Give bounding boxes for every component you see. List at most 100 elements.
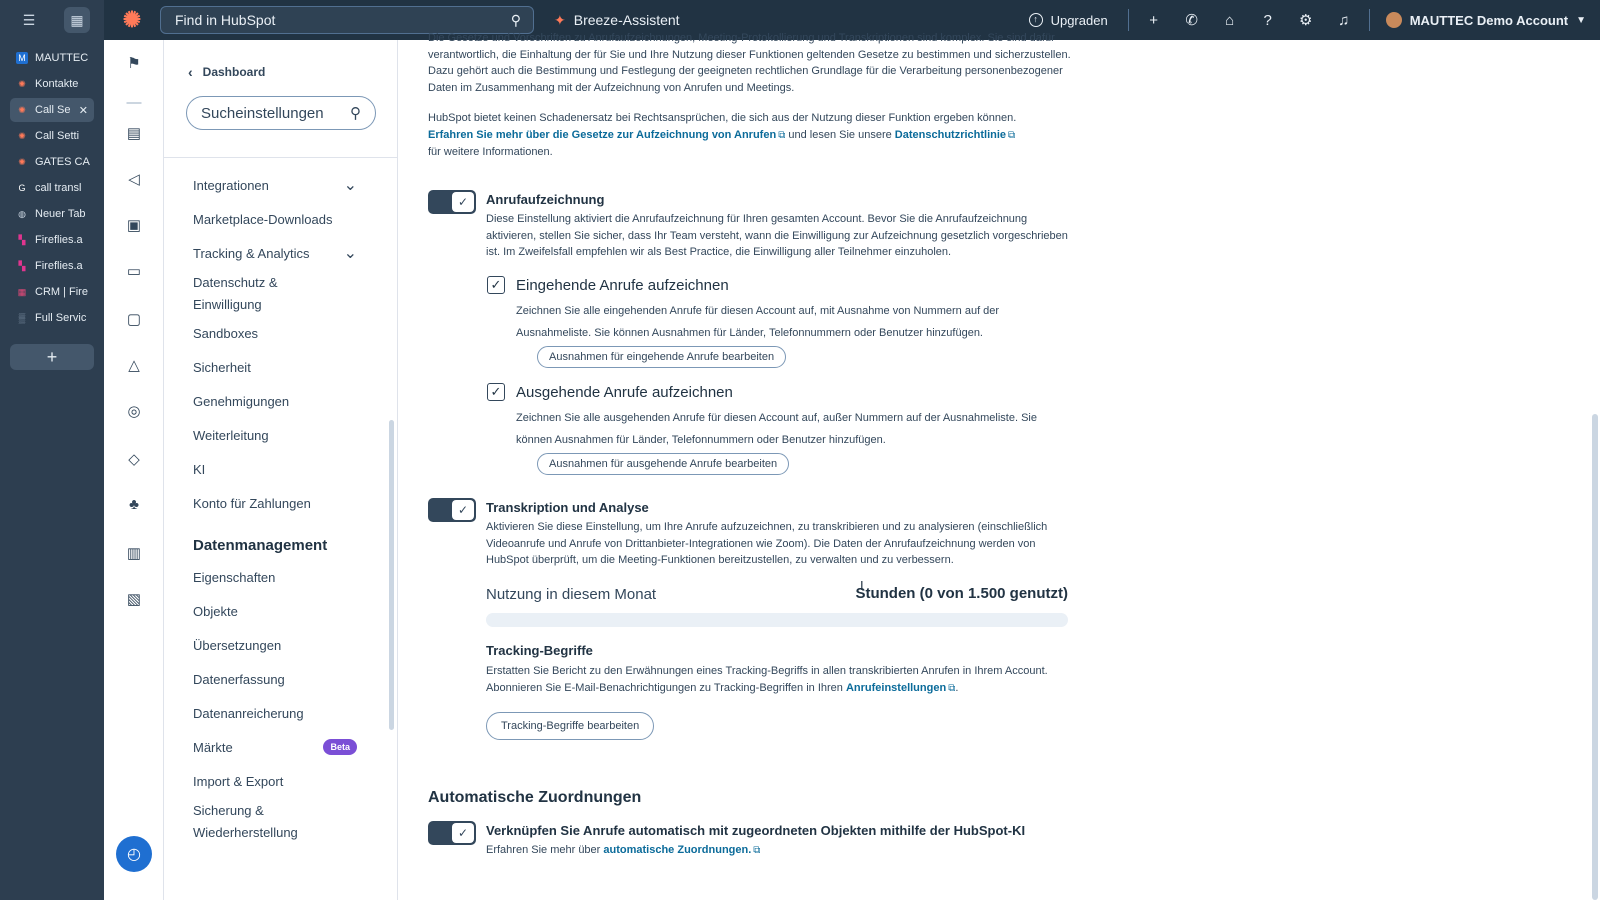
browser-tab-label: Neuer Tab — [35, 208, 86, 220]
browser-tab[interactable]: Gcall transl — [10, 176, 94, 200]
sidebar-item-label: Integrationen — [193, 177, 269, 193]
code-icon[interactable]: ▧ — [104, 590, 164, 608]
legal-links-line: Erfahren Sie mehr über die Gesetze zur A… — [428, 127, 1074, 145]
sidebar-item-label: Eigenschaften — [193, 569, 276, 585]
gear-icon[interactable]: ⚙ — [1287, 11, 1325, 29]
org-chart-icon[interactable]: ♣ — [104, 496, 164, 513]
phone-icon[interactable]: ✆ — [1173, 11, 1211, 29]
content-icon[interactable]: ▣ — [104, 216, 164, 234]
sidebar-item[interactable]: Import & Export — [164, 764, 389, 798]
megaphone-icon[interactable]: ◁ — [104, 170, 164, 188]
sidebar-item-label: Datenanreicherung — [193, 705, 304, 721]
outbound-recording-checkbox[interactable]: ✓ — [487, 383, 505, 401]
call-recording-toggle[interactable]: ✓ — [428, 190, 476, 214]
inbound-recording-checkbox[interactable]: ✓ — [487, 276, 505, 294]
sidebar-item[interactable]: Sicherheit — [164, 350, 389, 384]
top-nav-actions: ↑ Upgraden + ✆ ⌂ ? ⚙ ♫ MAUTTEC Demo Acco… — [1015, 0, 1600, 40]
sidebar-item-label: Import & Export — [193, 773, 284, 789]
page-scrollbar[interactable] — [1592, 414, 1598, 900]
sidebar-item[interactable]: Datenschutz & Einwilligung — [164, 270, 389, 316]
browser-tab[interactable]: ✺ Call Setti — [10, 124, 94, 148]
sidebar-item[interactable]: Märkte Beta — [164, 730, 389, 764]
grid-icon: ▒ — [18, 313, 26, 323]
check-icon: ✓ — [452, 500, 474, 520]
sidebar-item[interactable]: Integrationen ⌄ — [164, 168, 389, 202]
browser-tab[interactable]: M MAUTTEC — [10, 46, 94, 70]
rail-divider: — — [126, 94, 142, 111]
inbound-recording-title: Eingehende Anrufe aufzeichnen — [516, 277, 729, 294]
marketplace-icon[interactable]: ⌂ — [1211, 12, 1249, 29]
sidebar-item[interactable]: Konto für Zahlungen — [164, 486, 389, 520]
browser-tab[interactable]: ✺ Call Se ✕ — [10, 98, 94, 122]
browser-tab-label: Fireflies.a — [35, 234, 83, 246]
back-to-dashboard-link[interactable]: ‹ Dashboard — [188, 64, 375, 80]
outbound-recording-description: Zeichnen Sie alle ausgehenden Anrufe für… — [516, 412, 1037, 446]
edit-outbound-exceptions-button[interactable]: Ausnahmen für ausgehende Anrufe bearbeit… — [537, 453, 790, 475]
commerce-icon[interactable]: ▭ — [104, 262, 164, 280]
sidebar-item-label: Übersetzungen — [193, 637, 282, 653]
sidebar-item[interactable]: Sandboxes — [164, 316, 389, 350]
sidebar-item[interactable]: Tracking & Analytics ⌄ — [164, 236, 389, 270]
browser-tab[interactable]: ✺ GATES CA — [10, 150, 94, 174]
auto-associations-toggle[interactable]: ✓ — [428, 821, 476, 845]
service-icon[interactable]: △ — [104, 356, 164, 374]
sidebar-item[interactable]: KI — [164, 452, 389, 486]
edit-tracking-terms-button[interactable]: Tracking-Begriffe bearbeiten — [486, 712, 655, 740]
global-search-placeholder: Find in HubSpot — [175, 12, 276, 28]
auto-associations-link[interactable]: automatische Zuordnungen. — [603, 844, 751, 856]
browser-tab[interactable]: ▦ CRM | Fire — [10, 280, 94, 304]
edit-inbound-exceptions-button[interactable]: Ausnahmen für eingehende Anrufe bearbeit… — [537, 346, 787, 368]
browser-tab[interactable]: ▒ Full Servic — [10, 306, 94, 330]
upgrade-button[interactable]: ↑ Upgraden — [1015, 13, 1122, 28]
settings-search-input[interactable]: Sucheinstellungen ⚲ — [186, 96, 376, 130]
new-tab-button[interactable]: + — [10, 344, 94, 370]
sidebar-item[interactable]: Sicherung & Wiederherstellung — [164, 798, 389, 844]
search-icon: ⚲ — [350, 105, 361, 122]
transcription-toggle[interactable]: ✓ — [428, 498, 476, 522]
check-icon: ✓ — [452, 192, 474, 212]
hubspot-logo-icon[interactable]: ✺ — [104, 7, 160, 33]
wallet-icon[interactable]: ▢ — [104, 310, 164, 328]
contacts-icon[interactable]: ▤ — [104, 124, 164, 142]
breeze-assistant-button[interactable]: ✦ Breeze-Assistent — [554, 12, 680, 29]
sidebar-item[interactable]: Datenerfassung — [164, 662, 389, 696]
recording-laws-link[interactable]: Erfahren Sie mehr über die Gesetze zur A… — [428, 129, 776, 141]
globe-icon: ◍ — [18, 209, 26, 219]
sidebar-item[interactable]: Genehmigungen — [164, 384, 389, 418]
reports-icon[interactable]: ▥ — [104, 544, 164, 562]
help-icon[interactable]: ? — [1249, 12, 1287, 29]
sidebar-item[interactable]: Datenanreicherung — [164, 696, 389, 730]
sidebar-item[interactable]: Eigenschaften — [164, 560, 389, 594]
sidebar-item-label: KI — [193, 461, 206, 477]
call-settings-link[interactable]: Anrufeinstellungen — [846, 682, 946, 694]
tab-grid-icon[interactable]: ▦ — [64, 7, 90, 33]
sidebar-item[interactable]: Marketplace-Downloads — [164, 202, 389, 236]
plus-icon[interactable]: + — [1135, 12, 1173, 29]
sidebar-section-title: Datenmanagement — [193, 537, 328, 554]
sidebar-item[interactable]: Weiterleitung — [164, 418, 389, 452]
more-info-text: für weitere Informationen. — [428, 146, 553, 158]
browser-tab[interactable]: ◍ Neuer Tab — [10, 202, 94, 226]
browser-tab[interactable]: ▚ Fireflies.a — [10, 228, 94, 252]
call-recording-description: Diese Einstellung aktiviert die Anrufauf… — [486, 213, 1068, 258]
account-menu[interactable]: MAUTTEC Demo Account ▼ — [1376, 12, 1600, 28]
timer-icon[interactable]: ◴ — [116, 836, 152, 872]
database-icon[interactable]: ◎ — [104, 402, 164, 420]
back-link-label: Dashboard — [202, 65, 266, 79]
sidebar-item[interactable]: Übersetzungen — [164, 628, 389, 662]
browser-tab[interactable]: ▚ Fireflies.a — [10, 254, 94, 278]
diamond-icon[interactable]: ◇ — [104, 450, 164, 468]
google-icon: G — [18, 183, 26, 193]
beta-badge: Beta — [323, 739, 357, 755]
sidebar-toggle-icon[interactable]: ☰ — [16, 7, 42, 33]
sidebar-item-label: Sicherung & Wiederherstellung — [193, 803, 298, 840]
browser-tab[interactable]: ✺ Kontakte — [10, 72, 94, 96]
browser-sidebar: ☰ ▦ M MAUTTEC ✺ Kontakte ✺ Call Se ✕ ✺ Call Sett… — [0, 0, 104, 900]
sidebar-scrollbar[interactable] — [389, 420, 394, 730]
sidebar-item[interactable]: Objekte — [164, 594, 389, 628]
close-icon[interactable]: ✕ — [79, 104, 88, 117]
privacy-policy-link[interactable]: Datenschutzrichtlinie — [895, 129, 1006, 141]
sidebar-item-label: Datenerfassung — [193, 671, 285, 687]
bell-icon[interactable]: ♫ — [1325, 12, 1363, 29]
bookmark-icon[interactable]: ⚑ — [104, 54, 164, 72]
